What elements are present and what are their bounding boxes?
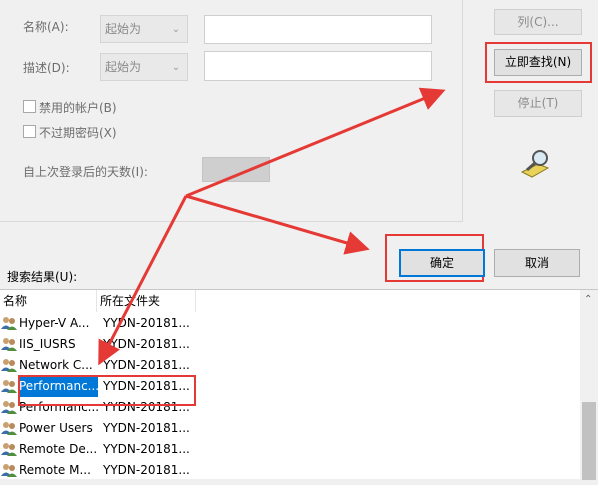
arrow-to-selected-row (98, 195, 188, 366)
arrow-to-find-now (185, 87, 446, 198)
arrow-to-ok (185, 194, 370, 255)
annotation-arrows (98, 87, 446, 366)
